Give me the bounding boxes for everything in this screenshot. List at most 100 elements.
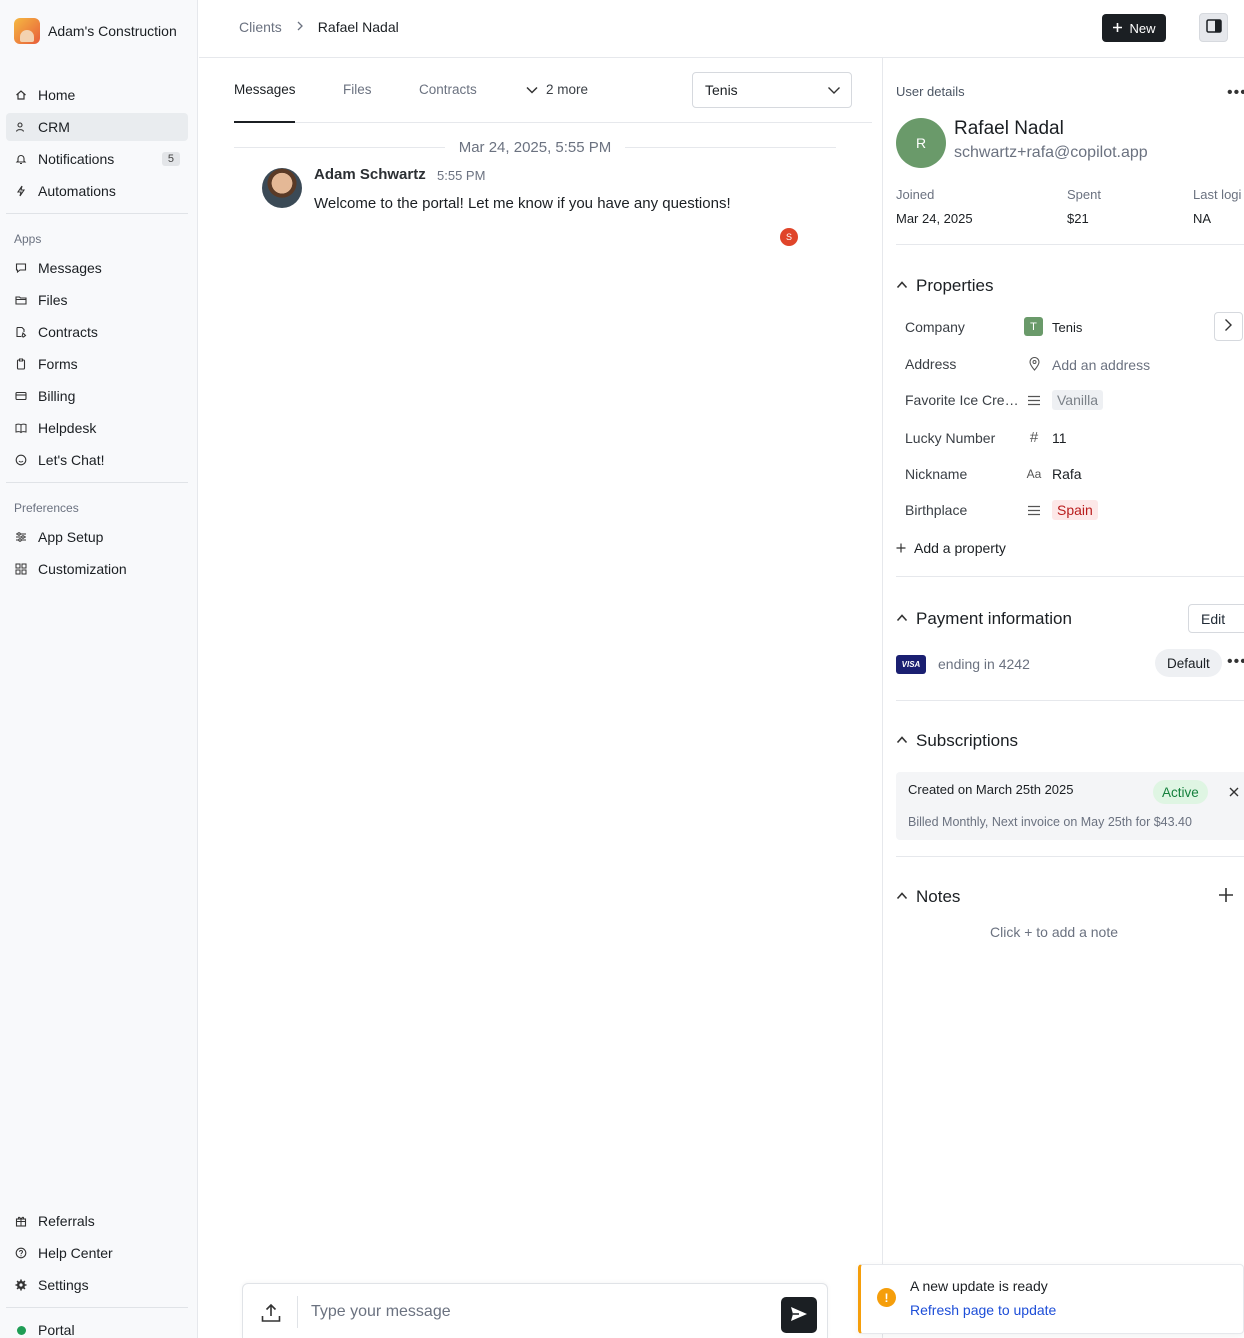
- sidebar-item-contracts[interactable]: Contracts: [6, 318, 188, 346]
- credit-card-icon: [14, 389, 28, 403]
- sidebar-item-crm[interactable]: CRM: [6, 113, 188, 141]
- preferences-heading: Preferences: [14, 501, 79, 515]
- notes-empty-state: Click + to add a note: [989, 924, 1119, 940]
- chevron-up-icon: [896, 731, 908, 751]
- portal-status-dot-icon: [14, 1323, 28, 1337]
- home-icon: [14, 88, 28, 102]
- section-divider: [896, 856, 1244, 857]
- gear-icon: [14, 1278, 28, 1292]
- send-button[interactable]: [781, 1297, 817, 1333]
- preferences-nav: Preferences App Setup Customization: [6, 497, 188, 587]
- top-bar: Clients Rafael Nadal New: [199, 0, 1244, 58]
- sidebar-item-label: Files: [38, 292, 68, 308]
- property-value-lucky-number[interactable]: 11: [1052, 430, 1067, 446]
- sidebar-item-messages[interactable]: Messages: [6, 254, 188, 282]
- payment-section-toggle[interactable]: Payment information: [896, 609, 1072, 629]
- subscriptions-heading: Subscriptions: [916, 731, 1019, 750]
- grid-icon: [14, 562, 28, 576]
- more-options-icon[interactable]: •••: [1227, 84, 1244, 102]
- tab-more[interactable]: 2 more: [526, 82, 588, 97]
- sidebar-item-customization[interactable]: Customization: [6, 555, 188, 583]
- bottom-nav: Referrals Help Center Settings: [6, 1207, 188, 1303]
- sidebar-item-help-center[interactable]: Help Center: [6, 1239, 188, 1267]
- book-icon: [14, 421, 28, 435]
- tab-files[interactable]: Files: [343, 82, 372, 97]
- sidebar-item-home[interactable]: Home: [6, 81, 188, 109]
- sidebar-item-label: Helpdesk: [38, 420, 97, 436]
- sidebar-item-settings[interactable]: Settings: [6, 1271, 188, 1299]
- card-options-icon[interactable]: •••: [1227, 653, 1244, 671]
- property-value-nickname[interactable]: Rafa: [1052, 466, 1082, 482]
- company-select[interactable]: Tenis: [692, 72, 852, 108]
- apps-nav: Apps Messages Files Contracts Forms Bill…: [6, 228, 188, 478]
- toast-title: A new update is ready: [910, 1278, 1048, 1294]
- properties-section-toggle[interactable]: Properties: [896, 276, 993, 296]
- sidebar-item-lets-chat[interactable]: Let's Chat!: [6, 446, 188, 474]
- sidebar-item-files[interactable]: Files: [6, 286, 188, 314]
- chevron-down-icon: [827, 83, 841, 100]
- sidebar-item-label: Help Center: [38, 1245, 113, 1261]
- sidebar-item-forms[interactable]: Forms: [6, 350, 188, 378]
- sidebar-divider: [6, 482, 188, 483]
- sidebar-item-helpdesk[interactable]: Helpdesk: [6, 414, 188, 442]
- help-icon: [14, 1246, 28, 1260]
- plus-icon: [1218, 887, 1234, 906]
- brand[interactable]: Adam's Construction: [14, 18, 177, 44]
- upload-attachment-button[interactable]: [259, 1301, 283, 1325]
- new-button[interactable]: New: [1102, 14, 1166, 42]
- tab-messages[interactable]: Messages: [234, 82, 296, 97]
- plus-icon: [896, 540, 906, 556]
- new-button-label: New: [1129, 20, 1156, 36]
- tab-contracts[interactable]: Contracts: [419, 82, 477, 97]
- date-separator-text: Mar 24, 2025, 5:55 PM: [458, 138, 612, 156]
- date-separator-line: [234, 146, 445, 148]
- property-value-ice-cream[interactable]: Vanilla: [1052, 390, 1103, 410]
- update-toast: ! A new update is ready Refresh page to …: [858, 1264, 1244, 1334]
- breadcrumb-clients[interactable]: Clients: [239, 19, 282, 35]
- message-input[interactable]: [311, 1296, 771, 1328]
- sidebar-item-billing[interactable]: Billing: [6, 382, 188, 410]
- properties-heading: Properties: [916, 276, 994, 295]
- refresh-page-link[interactable]: Refresh page to update: [910, 1302, 1056, 1318]
- active-tab-indicator: [234, 121, 295, 123]
- chevron-right-icon: [296, 20, 304, 34]
- message-author-avatar[interactable]: [262, 168, 302, 208]
- smiley-icon: [14, 453, 28, 467]
- property-value-company[interactable]: Tenis: [1052, 320, 1082, 335]
- sidebar-item-label: Notifications: [38, 151, 115, 167]
- stat-spent-label: Spent: [1067, 187, 1101, 202]
- notes-section-toggle[interactable]: Notes: [896, 887, 960, 907]
- sidebar-item-notifications[interactable]: Notifications 5: [6, 145, 188, 173]
- notifications-count-badge: 5: [161, 152, 180, 166]
- subscriptions-section-toggle[interactable]: Subscriptions: [896, 731, 1018, 751]
- cancel-subscription-icon[interactable]: [1229, 784, 1239, 800]
- select-list-icon: [1026, 392, 1042, 408]
- stat-joined-label: Joined: [896, 187, 935, 202]
- sidebar-item-label: CRM: [38, 119, 70, 135]
- add-note-button[interactable]: [1216, 886, 1236, 906]
- property-value-address[interactable]: Add an address: [1052, 357, 1150, 373]
- sidebar-item-portal[interactable]: Portal: [6, 1316, 188, 1338]
- property-value-birthplace[interactable]: Spain: [1052, 500, 1098, 520]
- contract-icon: [14, 325, 28, 339]
- sidebar-item-automations[interactable]: Automations: [6, 177, 188, 205]
- toggle-side-panel-button[interactable]: [1199, 13, 1228, 42]
- message-author: Adam Schwartz: [314, 166, 426, 183]
- edit-payment-button[interactable]: Edit: [1188, 604, 1244, 633]
- sidebar-item-label: Customization: [38, 561, 127, 577]
- message-text: Welcome to the portal! Let me know if yo…: [314, 195, 731, 212]
- add-property-button[interactable]: Add a property: [896, 540, 1006, 556]
- upload-icon: [259, 1303, 283, 1328]
- brand-name: Adam's Construction: [48, 23, 177, 39]
- open-company-button[interactable]: [1214, 312, 1243, 341]
- text-type-icon: Aa: [1026, 467, 1042, 481]
- folder-icon: [14, 293, 28, 307]
- client-avatar: R: [896, 118, 946, 168]
- property-label-company: Company: [905, 319, 965, 335]
- breadcrumb-current: Rafael Nadal: [317, 19, 399, 35]
- sidebar-item-referrals[interactable]: Referrals: [6, 1207, 188, 1235]
- sidebar-item-app-setup[interactable]: App Setup: [6, 523, 188, 551]
- chevron-up-icon: [896, 276, 908, 296]
- property-label-nickname: Nickname: [905, 466, 968, 482]
- apps-heading: Apps: [14, 232, 42, 246]
